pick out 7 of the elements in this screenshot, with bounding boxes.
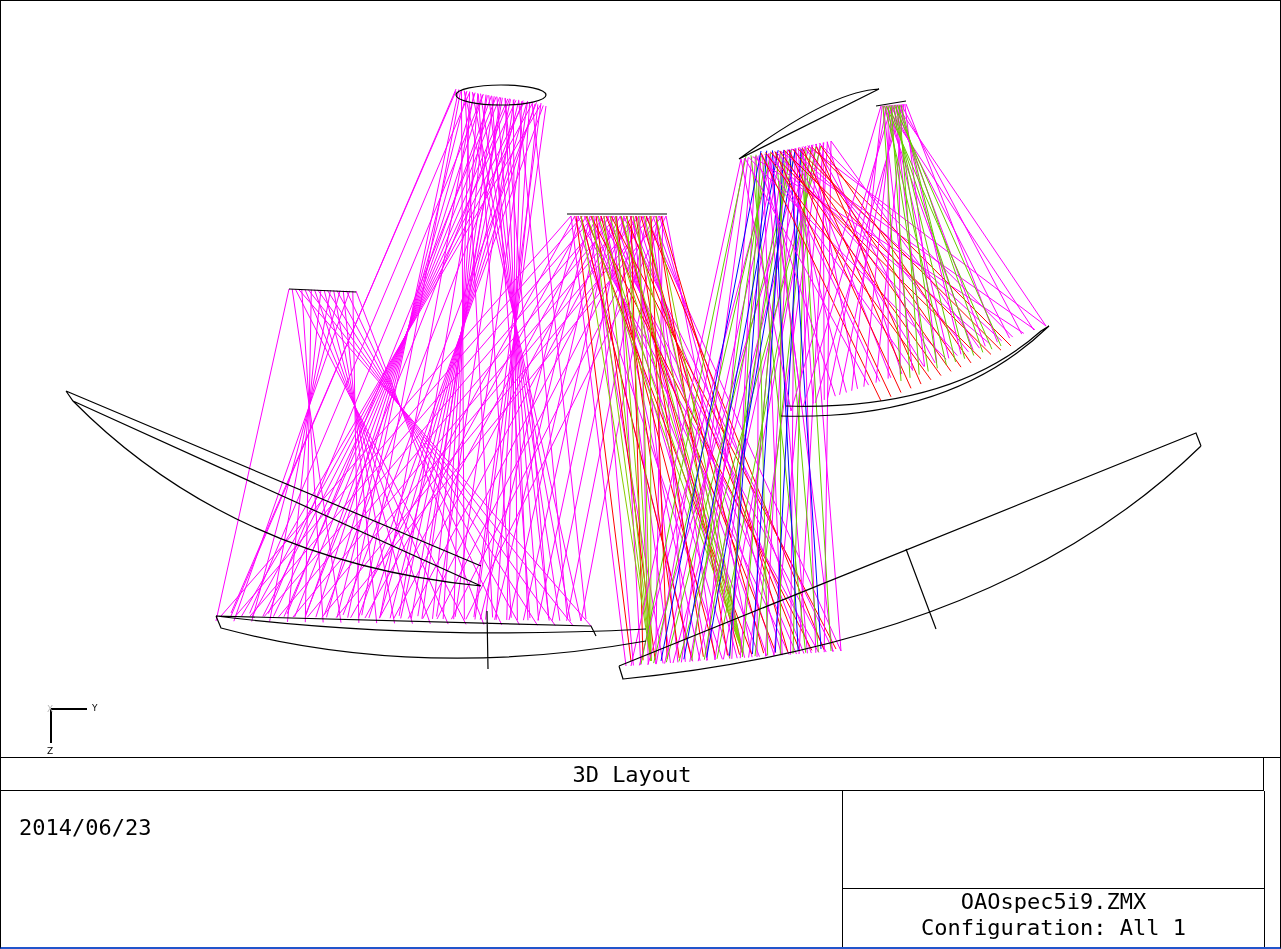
axis-label: Y bbox=[92, 703, 98, 713]
file-name: OAOspec5i9.ZMX bbox=[960, 889, 1147, 915]
axis-label: Z bbox=[47, 746, 54, 756]
axis-label: X bbox=[47, 704, 54, 714]
configuration-text: Configuration: All 1 bbox=[921, 915, 1186, 941]
date-text: 2014/06/23 bbox=[19, 815, 152, 840]
plot-title: 3D Layout bbox=[572, 761, 692, 787]
